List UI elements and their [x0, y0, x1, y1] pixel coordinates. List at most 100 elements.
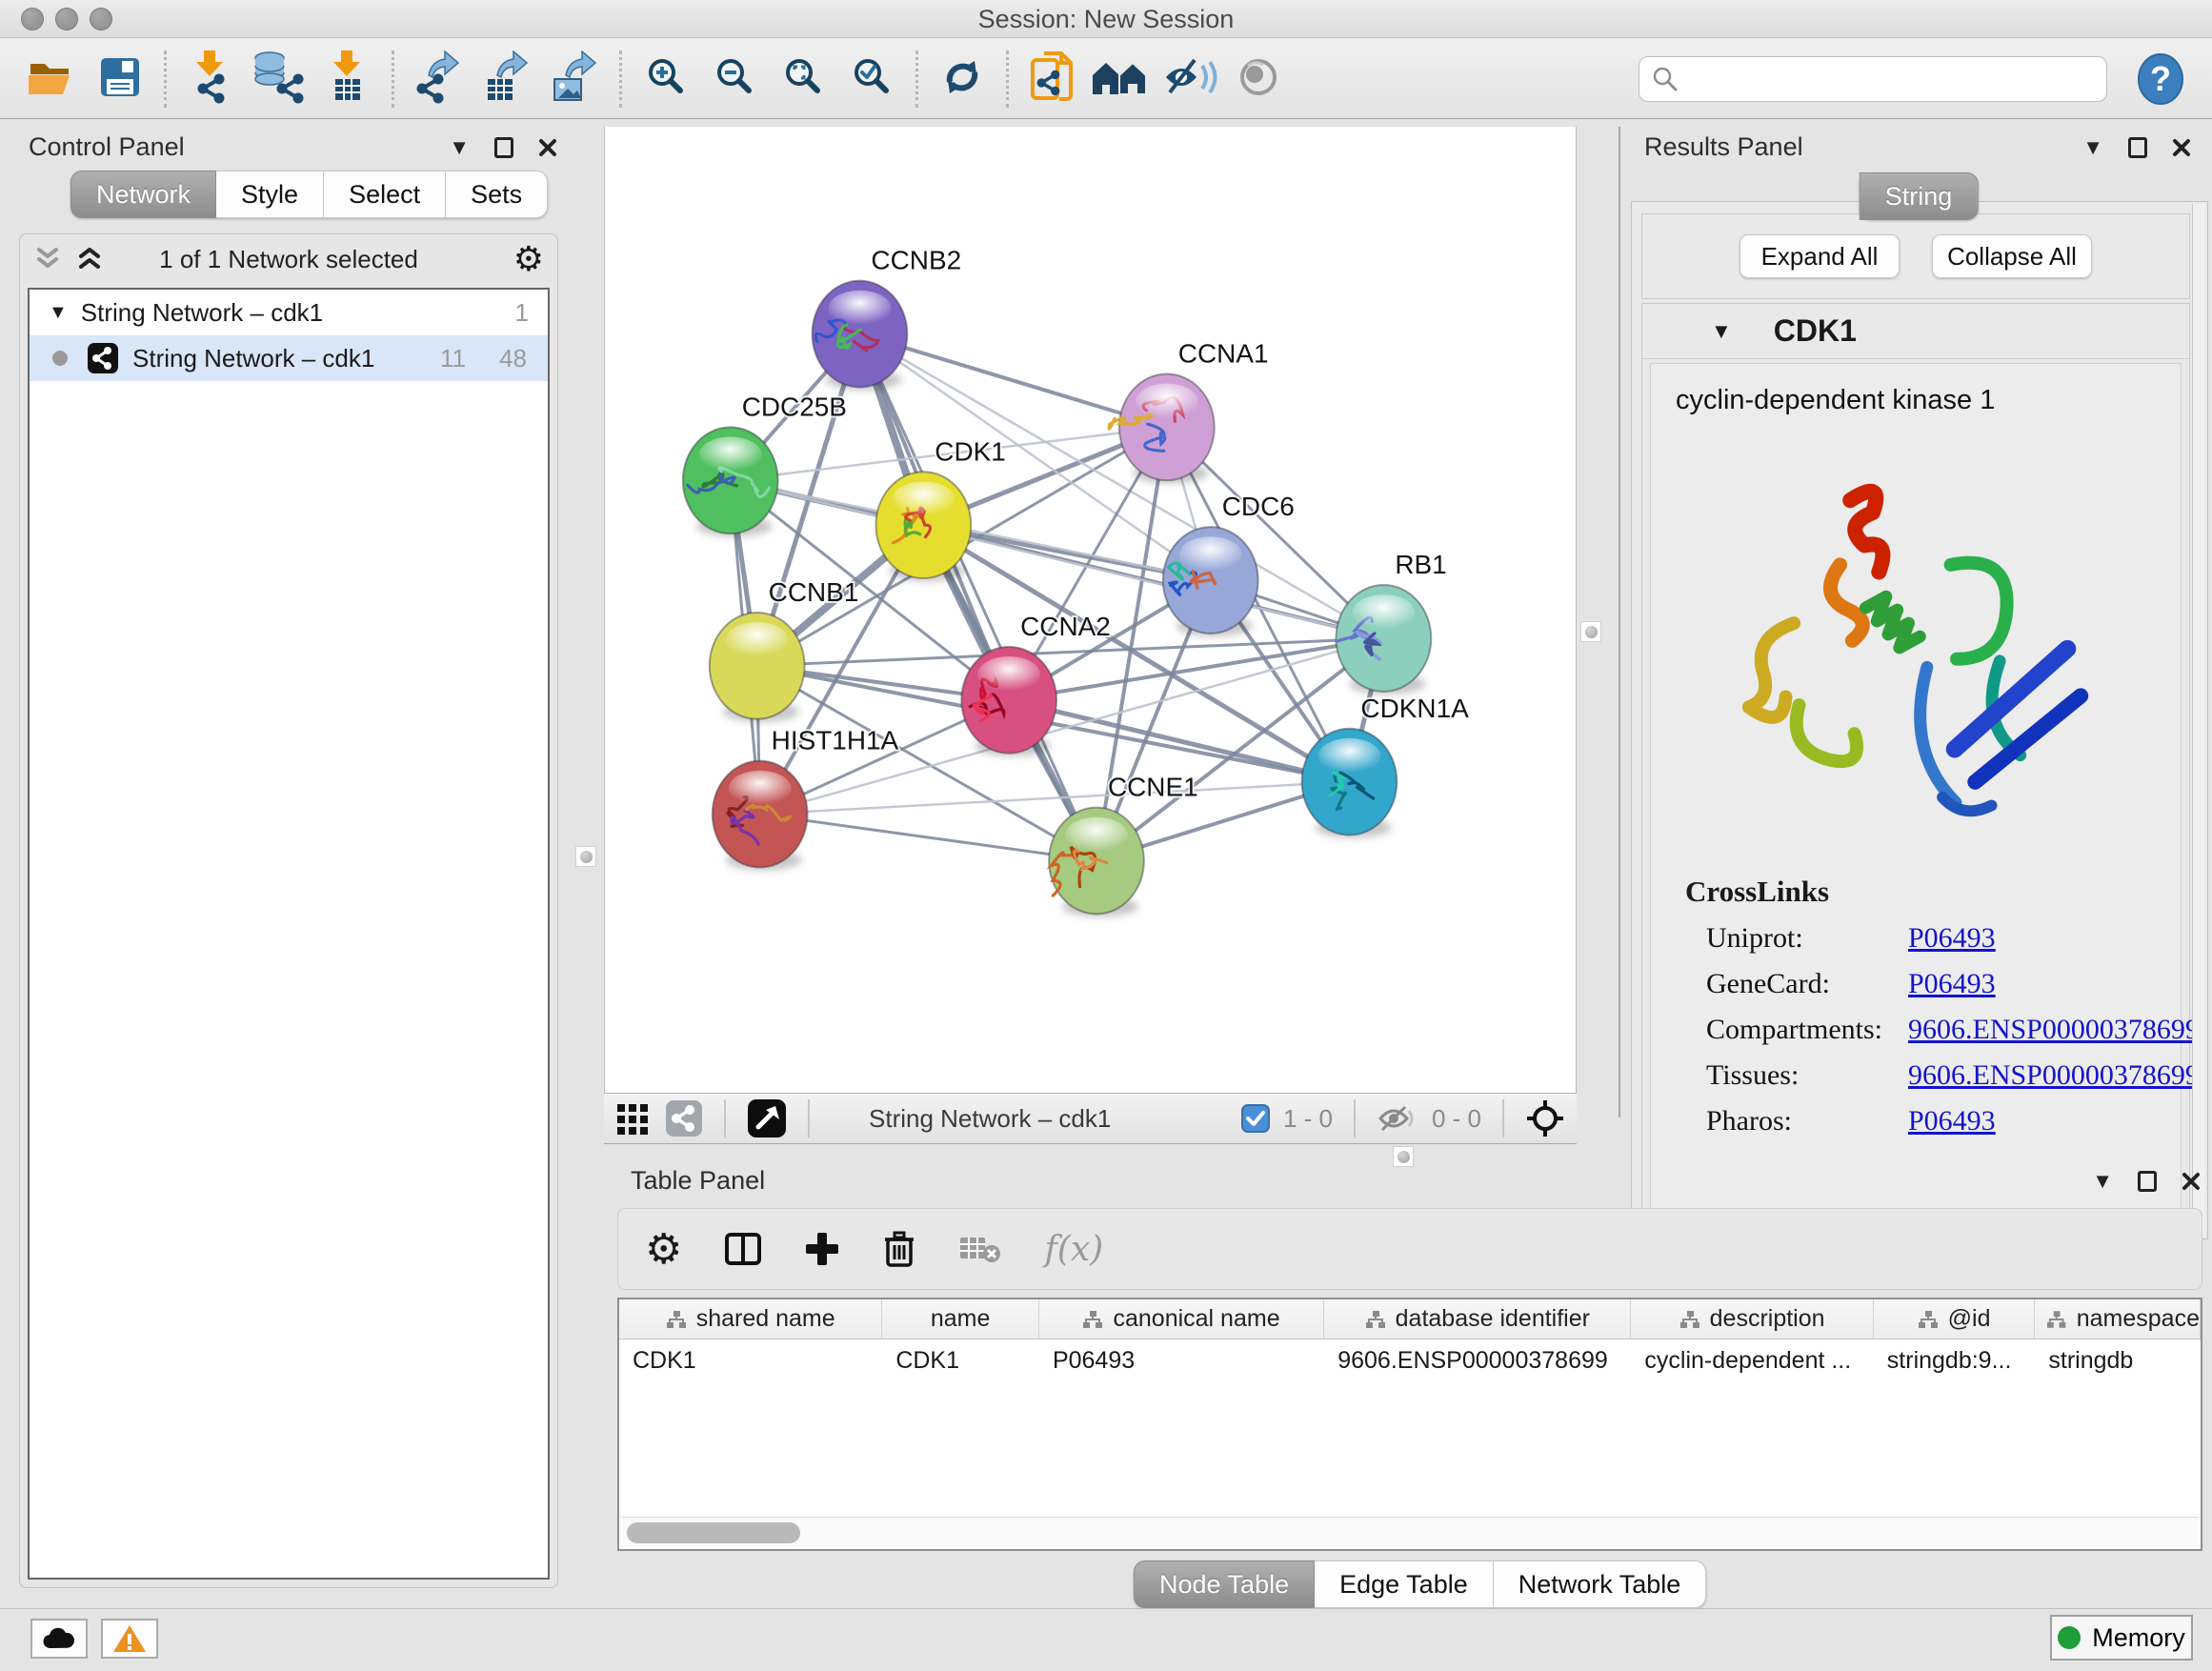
collapse-panel-icon[interactable]: ▼	[449, 137, 470, 158]
node-CDC25B[interactable]	[683, 427, 778, 536]
import-table-button[interactable]	[313, 48, 382, 111]
float-panel-icon[interactable]	[2138, 1171, 2157, 1192]
import-network-button[interactable]	[176, 48, 245, 111]
node-HIST1H1A[interactable]	[713, 761, 808, 871]
crosslink-link[interactable]: P06493	[1908, 922, 1996, 955]
zoom-selected-button[interactable]	[837, 48, 906, 111]
network-edge[interactable]	[760, 815, 1096, 861]
tab-sets[interactable]: Sets	[446, 171, 548, 218]
tab-network[interactable]: Network	[70, 171, 216, 218]
tab-node-table[interactable]: Node Table	[1134, 1560, 1315, 1608]
table-cell[interactable]: P06493	[1039, 1339, 1324, 1381]
show-columns-icon[interactable]	[724, 1232, 762, 1266]
hidden-eye-icon[interactable]	[1377, 1103, 1418, 1134]
save-session-button[interactable]	[86, 48, 154, 111]
collection-expander-icon[interactable]: ▼	[49, 302, 68, 324]
help-button[interactable]: ?	[2136, 52, 2185, 106]
open-file-button[interactable]	[17, 48, 86, 111]
table-cell[interactable]: stringdb:9...	[1874, 1339, 2036, 1381]
crosslink-link[interactable]: 9606.ENSP00000378699	[1908, 1059, 2200, 1092]
section-expander-icon[interactable]: ▼	[1711, 319, 1732, 344]
show-all-button[interactable]	[1224, 48, 1293, 111]
tab-edge-table[interactable]: Edge Table	[1315, 1560, 1494, 1608]
left-splitter-handle[interactable]	[575, 846, 596, 867]
string-app-button[interactable]	[1018, 48, 1087, 111]
export-image-button[interactable]	[541, 48, 610, 111]
zoom-out-button[interactable]	[700, 48, 769, 111]
node-RB1[interactable]	[1336, 585, 1431, 695]
crosslink-link[interactable]: P06493	[1908, 1105, 1996, 1137]
column-header-description[interactable]: description	[1631, 1299, 1873, 1339]
tab-select[interactable]: Select	[324, 171, 446, 218]
import-database-button[interactable]	[245, 48, 313, 111]
refresh-button[interactable]	[928, 48, 996, 111]
column-header-namespace[interactable]: namespace	[2035, 1299, 2201, 1339]
table-cell[interactable]: 9606.ENSP00000378699	[1324, 1339, 1631, 1381]
scrollbar-thumb[interactable]	[627, 1522, 800, 1543]
homology-button[interactable]	[1087, 48, 1156, 111]
network-row[interactable]: String Network – cdk1 11 48	[30, 335, 548, 381]
expand-all-button[interactable]: Expand All	[1739, 234, 1900, 278]
zoom-fit-button[interactable]	[769, 48, 837, 111]
network-edge[interactable]	[1009, 700, 1349, 782]
delete-column-icon[interactable]	[882, 1230, 916, 1268]
results-panel-title: Results Panel	[1644, 132, 1803, 162]
delete-table-icon[interactable]	[958, 1233, 1002, 1265]
cloud-sync-button[interactable]	[30, 1619, 88, 1659]
results-scrollbar[interactable]	[2192, 204, 2205, 1237]
float-panel-icon[interactable]	[494, 137, 513, 158]
close-panel-icon[interactable]	[538, 138, 557, 157]
collapse-panel-icon[interactable]: ▼	[2082, 137, 2103, 158]
column-header-label: @id	[1948, 1305, 1991, 1333]
table-cell[interactable]: CDK1	[619, 1339, 882, 1381]
column-header--id[interactable]: @id	[1874, 1299, 2036, 1339]
network-collection-row[interactable]: ▼ String Network – cdk1 1	[30, 290, 548, 335]
collapse-all-button[interactable]: Collapse All	[1932, 234, 2092, 278]
selected-checkbox-icon[interactable]	[1241, 1104, 1270, 1133]
table-cell[interactable]: stringdb	[2035, 1339, 2201, 1381]
view-grid-icon[interactable]	[615, 1100, 652, 1137]
column-header-database-identifier[interactable]: database identifier	[1324, 1299, 1631, 1339]
memory-button[interactable]: Memory	[2050, 1615, 2193, 1661]
right-splitter-handle[interactable]	[1580, 621, 1601, 642]
float-panel-icon[interactable]	[2128, 137, 2147, 158]
node-CCNE1[interactable]	[1049, 808, 1144, 917]
crosslink-label: GeneCard:	[1706, 968, 1908, 1000]
view-network-icon[interactable]	[665, 1099, 703, 1137]
table-settings-icon[interactable]: ⚙	[645, 1225, 682, 1274]
tab-style[interactable]: Style	[216, 171, 324, 218]
search-input[interactable]	[1679, 60, 2106, 98]
network-canvas[interactable]: CCNB2CCNA1CDC25BCDK1CDC6RB1CCNB1CCNA2CDK…	[604, 127, 1577, 1093]
column-header-name[interactable]: name	[882, 1299, 1039, 1339]
table-row[interactable]: CDK1CDK1P064939606.ENSP00000378699cyclin…	[619, 1339, 2201, 1381]
zoom-in-button[interactable]	[632, 48, 700, 111]
node-CCNB1[interactable]	[710, 613, 805, 722]
export-network-button[interactable]	[404, 48, 473, 111]
network-edge[interactable]	[859, 334, 1096, 861]
close-panel-icon[interactable]	[2172, 138, 2191, 157]
node-CDK1[interactable]	[875, 472, 971, 581]
tab-string[interactable]: String	[1860, 172, 1979, 220]
table-cell[interactable]: cyclin-dependent ...	[1631, 1339, 1873, 1381]
function-builder-icon[interactable]: f(x)	[1044, 1230, 1103, 1269]
network-options-gear-icon[interactable]: ⚙	[513, 239, 544, 279]
add-column-icon[interactable]	[804, 1231, 840, 1267]
node-CCNA2[interactable]	[961, 647, 1056, 756]
node-CCNA1[interactable]	[1109, 373, 1215, 483]
column-header-canonical-name[interactable]: canonical name	[1039, 1299, 1324, 1339]
close-panel-icon[interactable]	[2182, 1172, 2201, 1191]
birdseye-view-icon[interactable]	[747, 1098, 787, 1138]
hide-selected-button[interactable]	[1156, 48, 1224, 111]
warnings-button[interactable]	[101, 1619, 158, 1659]
table-horizontal-scrollbar[interactable]	[621, 1517, 2199, 1547]
crosslink-link[interactable]: P06493	[1908, 968, 1996, 1000]
column-header-shared-name[interactable]: shared name	[619, 1299, 882, 1339]
crosslink-link[interactable]: 9606.ENSP00000378699	[1908, 1014, 2200, 1046]
node-CDC6[interactable]	[1163, 527, 1258, 636]
fit-selected-crosshair-icon[interactable]	[1525, 1098, 1565, 1138]
tab-network-table[interactable]: Network Table	[1494, 1560, 1707, 1608]
table-cell[interactable]: CDK1	[882, 1339, 1039, 1381]
collapse-panel-icon[interactable]: ▼	[2092, 1171, 2113, 1192]
node-CDKN1A[interactable]	[1302, 729, 1398, 838]
export-table-button[interactable]	[473, 48, 541, 111]
